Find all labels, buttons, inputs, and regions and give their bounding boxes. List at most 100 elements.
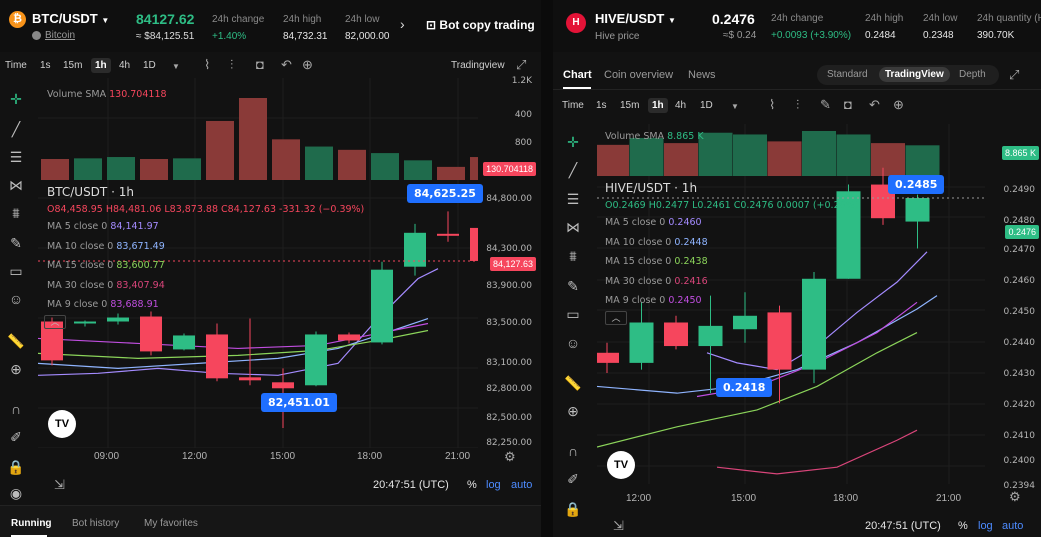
mode-standard[interactable]: Standard bbox=[827, 69, 868, 80]
interval-1s[interactable]: 1s bbox=[596, 100, 607, 111]
chevron-down-icon[interactable]: ▼ bbox=[731, 100, 739, 114]
candle-body bbox=[664, 322, 688, 347]
horizontal-lines-icon[interactable]: ☰ bbox=[562, 188, 584, 210]
interval-4h[interactable]: 4h bbox=[119, 60, 130, 71]
brush-icon[interactable]: ✎ bbox=[562, 275, 584, 297]
auto-toggle[interactable]: auto bbox=[1002, 520, 1023, 532]
collapse-legend-button[interactable]: ︿ bbox=[605, 311, 627, 325]
ruler-icon[interactable]: 📏 bbox=[562, 372, 584, 394]
ma-legend-row: MA 9 close 0 0.2450 bbox=[605, 295, 702, 306]
high-price-bubble: 84,625.25 bbox=[407, 184, 483, 203]
pair-selector[interactable]: HIVE/USDT ▼ bbox=[595, 11, 676, 26]
text-note-icon[interactable]: ▭ bbox=[5, 260, 27, 282]
brush-icon[interactable]: ✎ bbox=[5, 232, 27, 254]
magnet-icon[interactable]: ∩ bbox=[562, 440, 584, 462]
date-range-icon[interactable]: ⇲ bbox=[54, 478, 65, 492]
ruler-icon[interactable]: 📏 bbox=[5, 330, 27, 352]
percent-toggle[interactable]: % bbox=[467, 479, 477, 491]
chevron-down-icon[interactable]: ▼ bbox=[172, 60, 180, 74]
pencil-lock-icon[interactable]: ✐ bbox=[562, 468, 584, 490]
camera-icon[interactable]: ◘ bbox=[256, 58, 264, 72]
mode-tradingview[interactable]: TradingView bbox=[879, 67, 950, 82]
volume-bar bbox=[371, 153, 399, 180]
chevron-right-icon[interactable]: › bbox=[400, 16, 405, 32]
tab-coin-overview[interactable]: Coin overview bbox=[604, 69, 673, 81]
indicator-icon[interactable]: ⌇ bbox=[204, 58, 210, 72]
tab-my-favorites[interactable]: My favorites bbox=[144, 518, 198, 529]
interval-1d[interactable]: 1D bbox=[143, 60, 156, 71]
fib-icon[interactable]: ⩩ bbox=[562, 245, 584, 267]
chevron-down-icon: ▼ bbox=[667, 16, 676, 25]
price-axis-label: 84,800.00 bbox=[486, 194, 532, 204]
undo-icon[interactable]: ↶ bbox=[281, 58, 292, 72]
volume-bar bbox=[437, 166, 465, 180]
emoji-icon[interactable]: ☺ bbox=[5, 288, 27, 310]
pattern-icon[interactable]: ⋈ bbox=[5, 174, 27, 196]
ma-legend-row: MA 30 close 0 0.2416 bbox=[605, 276, 708, 287]
stat-label: 24h quantity (H bbox=[977, 13, 1041, 24]
trend-line-icon[interactable]: ╱ bbox=[5, 118, 27, 140]
clock-utc[interactable]: 20:47:51 (UTC) bbox=[373, 479, 449, 491]
tradingview-label[interactable]: Tradingview bbox=[451, 60, 505, 71]
fullscreen-icon[interactable]: ⤢ bbox=[1009, 68, 1019, 82]
interval-15m[interactable]: 15m bbox=[620, 100, 639, 111]
magnet-icon[interactable]: ∩ bbox=[5, 398, 27, 420]
stat-value: 390.70K bbox=[977, 30, 1015, 41]
tab-chart[interactable]: Chart bbox=[563, 69, 592, 81]
settings-icon[interactable]: ⚙ bbox=[1009, 490, 1021, 504]
interval-15m[interactable]: 15m bbox=[63, 60, 82, 71]
crosshair-icon[interactable]: ✛ bbox=[562, 131, 584, 153]
coin-link[interactable]: Bitcoin bbox=[45, 30, 75, 41]
camera-icon[interactable]: ◘ bbox=[844, 98, 852, 112]
log-toggle[interactable]: log bbox=[978, 520, 993, 532]
compare-icon[interactable]: ⫶ bbox=[230, 58, 233, 72]
pattern-icon[interactable]: ⋈ bbox=[562, 216, 584, 238]
add-icon[interactable]: ⊕ bbox=[893, 98, 904, 112]
log-toggle[interactable]: log bbox=[486, 479, 501, 491]
hive-header: H HIVE/USDT ▼ Hive price 0.2476 ≈$ 0.24 … bbox=[553, 0, 1041, 52]
volume-bar bbox=[767, 141, 802, 176]
symbol-line: BTC/USDT · 1h bbox=[47, 185, 134, 199]
time-axis-label: 09:00 bbox=[94, 451, 120, 462]
crosshair-icon[interactable]: ✛ bbox=[5, 88, 27, 110]
fullscreen-icon[interactable]: ⤢ bbox=[516, 58, 526, 72]
draw-icon[interactable]: ✎ bbox=[820, 98, 831, 112]
time-label: Time bbox=[5, 60, 27, 71]
percent-toggle[interactable]: % bbox=[958, 520, 968, 532]
date-range-icon[interactable]: ⇲ bbox=[613, 519, 624, 533]
auto-toggle[interactable]: auto bbox=[511, 479, 532, 491]
volume-value-tag: 8.865 K bbox=[1001, 146, 1039, 160]
interval-1d[interactable]: 1D bbox=[700, 100, 713, 111]
btc-chart-panel: ₿ BTC/USDT ▼ Bitcoin 84127.62 ≈ $84,125.… bbox=[0, 0, 541, 537]
hive-chart-panel: H HIVE/USDT ▼ Hive price 0.2476 ≈$ 0.24 … bbox=[553, 0, 1041, 537]
tab-news[interactable]: News bbox=[688, 69, 716, 81]
undo-icon[interactable]: ↶ bbox=[869, 98, 880, 112]
tab-running[interactable]: Running bbox=[11, 518, 52, 529]
bot-copy-button[interactable]: ⊡ Bot copy trading bbox=[426, 18, 535, 32]
price-axis-label: 82,250.00 bbox=[486, 438, 532, 448]
fib-icon[interactable]: ⩩ bbox=[5, 202, 27, 224]
settings-icon[interactable]: ⚙ bbox=[504, 450, 516, 464]
interval-1h[interactable]: 1h bbox=[91, 58, 111, 73]
indicator-icon[interactable]: ⌇ bbox=[769, 98, 775, 112]
horizontal-lines-icon[interactable]: ☰ bbox=[5, 146, 27, 168]
text-note-icon[interactable]: ▭ bbox=[562, 303, 584, 325]
pair-selector[interactable]: BTC/USDT ▼ bbox=[32, 11, 109, 26]
zoom-in-icon[interactable]: ⊕ bbox=[5, 358, 27, 380]
tradingview-logo-icon: TV bbox=[48, 410, 76, 438]
tab-bot-history[interactable]: Bot history bbox=[72, 518, 119, 529]
interval-4h[interactable]: 4h bbox=[675, 100, 686, 111]
add-icon[interactable]: ⊕ bbox=[302, 58, 313, 72]
mode-depth[interactable]: Depth bbox=[959, 69, 986, 80]
interval-1h[interactable]: 1h bbox=[648, 98, 668, 113]
btc-header: ₿ BTC/USDT ▼ Bitcoin 84127.62 ≈ $84,125.… bbox=[0, 0, 541, 52]
emoji-icon[interactable]: ☺ bbox=[562, 332, 584, 354]
clock-utc[interactable]: 20:47:51 (UTC) bbox=[865, 520, 941, 532]
interval-1s[interactable]: 1s bbox=[40, 60, 51, 71]
price-axis-label: 0.2490 bbox=[1003, 185, 1036, 195]
trend-line-icon[interactable]: ╱ bbox=[562, 159, 584, 181]
pencil-lock-icon[interactable]: ✐ bbox=[5, 426, 27, 448]
compare-icon[interactable]: ⫶ bbox=[796, 98, 799, 112]
zoom-in-icon[interactable]: ⊕ bbox=[562, 400, 584, 422]
collapse-legend-button[interactable]: ︿ bbox=[44, 315, 66, 329]
